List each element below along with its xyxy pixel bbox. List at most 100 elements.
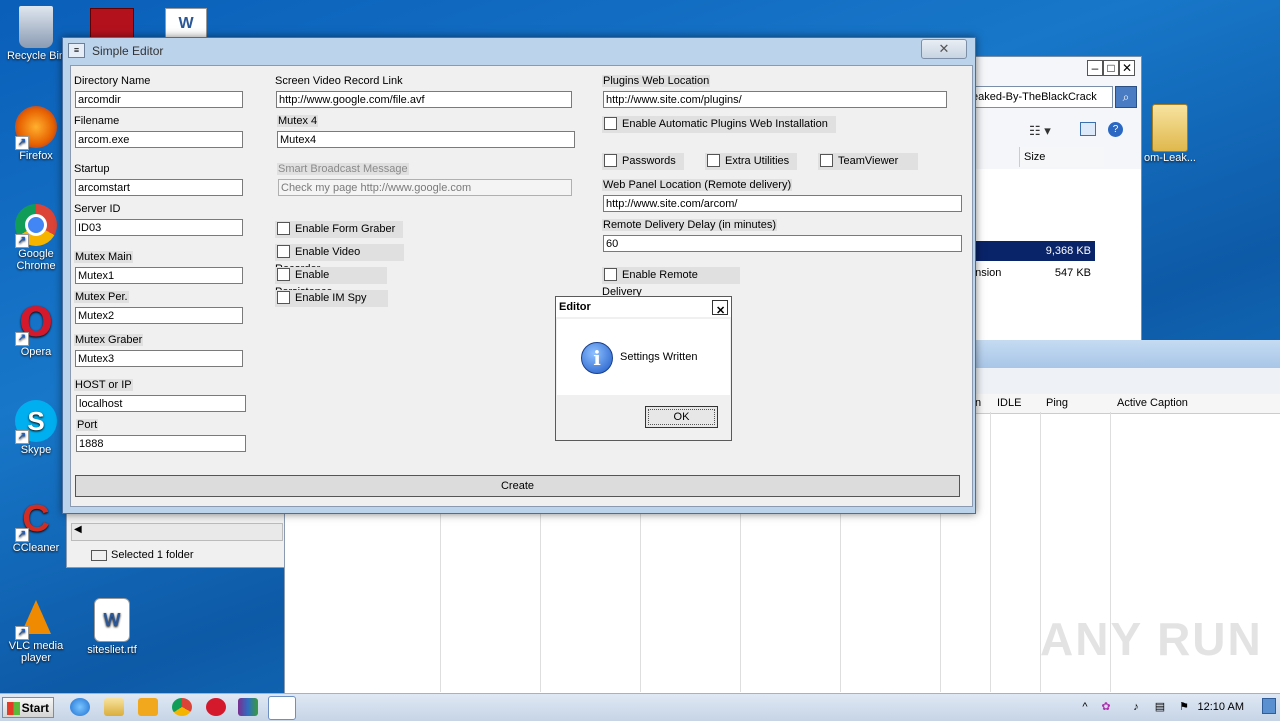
- port-label: Port: [76, 419, 99, 431]
- windows-flag-icon: [7, 702, 20, 715]
- form-graber-checkbox[interactable]: Enable Form Graber: [275, 221, 403, 238]
- search-input[interactable]: eaked-By-TheBlackCrack: [971, 86, 1113, 108]
- network-icon[interactable]: ▤: [1153, 700, 1167, 714]
- action-center-flag-icon[interactable]: ⚑: [1177, 700, 1191, 714]
- column-header-idle[interactable]: IDLE: [997, 397, 1021, 409]
- editor-taskbar-icon[interactable]: [268, 696, 296, 720]
- view-options-icon[interactable]: ☷ ▾: [1029, 123, 1051, 139]
- list-item[interactable]: 9,368 KB: [967, 241, 1095, 261]
- mutex-main-input[interactable]: Mutex1: [75, 267, 243, 284]
- horizontal-scrollbar[interactable]: ◀: [71, 523, 283, 541]
- plugins-location-input[interactable]: http://www.site.com/plugins/: [603, 91, 947, 108]
- desktop-icon-label: sitesliet.rtf: [87, 644, 137, 656]
- extra-utilities-checkbox[interactable]: Extra Utilities: [705, 153, 797, 170]
- passwords-checkbox[interactable]: Passwords: [602, 153, 684, 170]
- web-panel-input[interactable]: http://www.site.com/arcom/: [603, 195, 962, 212]
- show-hidden-icons-icon[interactable]: ^: [1078, 700, 1092, 714]
- video-link-input[interactable]: http://www.google.com/file.avf: [276, 91, 572, 108]
- opera-taskbar-icon[interactable]: [206, 698, 226, 716]
- desktop-icon-vlc[interactable]: ↗ VLC media player: [4, 596, 68, 664]
- minimize-icon[interactable]: –: [1087, 60, 1103, 76]
- status-text: Selected 1 folder: [111, 549, 194, 561]
- close-icon: ✕: [938, 41, 950, 56]
- preview-pane-icon[interactable]: [1080, 122, 1096, 136]
- dialog-close-button[interactable]: ✕: [712, 300, 728, 317]
- list-item[interactable]: ension 547 KB: [967, 263, 1095, 283]
- host-input[interactable]: localhost: [76, 395, 246, 412]
- status-bar: Selected 1 folder: [71, 546, 281, 564]
- media-player-icon[interactable]: [138, 698, 158, 716]
- desktop-folder-icon[interactable]: om-Leak...: [1140, 104, 1200, 164]
- search-icon[interactable]: ⌕: [1115, 86, 1137, 108]
- desktop-icon-chrome[interactable]: ↗ Google Chrome: [4, 204, 68, 272]
- filename-input[interactable]: arcom.exe: [75, 131, 243, 148]
- desktop-icon-skype[interactable]: S ↗ Skype: [4, 400, 68, 456]
- file-list: 9,368 KB ension 547 KB: [967, 169, 1141, 341]
- ok-button[interactable]: OK: [645, 406, 718, 428]
- broadcast-input[interactable]: Check my page http://www.google.com: [278, 179, 572, 196]
- create-button[interactable]: Create: [75, 475, 960, 497]
- editor-titlebar[interactable]: ≡ Simple Editor ✕: [63, 38, 975, 62]
- editor-client-area: Directory Name arcomdir Filename arcom.e…: [70, 65, 973, 507]
- mutex-graber-input[interactable]: Mutex3: [75, 350, 243, 367]
- desktop-icon-recycle-bin[interactable]: Recycle Bin: [4, 6, 68, 62]
- simple-editor-window: ≡ Simple Editor ✕ Directory Name arcomdi…: [62, 37, 976, 514]
- delivery-delay-input[interactable]: 60: [603, 235, 962, 252]
- dialog-titlebar[interactable]: Editor ✕: [556, 297, 731, 317]
- column-header-size[interactable]: Size: [1019, 147, 1104, 167]
- winrar-taskbar-icon[interactable]: [238, 698, 258, 716]
- maximize-icon[interactable]: □: [1103, 60, 1119, 76]
- dialog-body: i Settings Written: [557, 319, 730, 395]
- teamviewer-checkbox[interactable]: TeamViewer: [818, 153, 918, 170]
- chrome-icon: ↗: [15, 204, 57, 248]
- opera-icon: O ↗: [15, 300, 57, 346]
- help-icon[interactable]: ?: [1108, 122, 1123, 137]
- mutex-per-label: Mutex Per.: [74, 291, 129, 303]
- word-document-icon[interactable]: W: [165, 8, 207, 40]
- desktop-icon-ccleaner[interactable]: C ↗ CCleaner: [4, 498, 68, 555]
- server-id-input[interactable]: ID03: [75, 219, 243, 236]
- scroll-left-icon[interactable]: ◀: [74, 524, 82, 535]
- persistence-checkbox[interactable]: Enable Persistence: [275, 267, 387, 298]
- file-explorer-icon[interactable]: [104, 698, 124, 716]
- taskbar-clock[interactable]: 12:10 AM: [1198, 701, 1244, 713]
- close-button[interactable]: ✕: [921, 39, 967, 59]
- desktop-icon-opera[interactable]: O ↗ Opera: [4, 300, 68, 358]
- show-desktop-button[interactable]: [1262, 698, 1276, 714]
- checkbox-box: [277, 267, 290, 281]
- mutex-per-input[interactable]: Mutex2: [75, 307, 243, 324]
- app-menu-icon[interactable]: ≡: [68, 43, 85, 58]
- window-controls: – □ ✕: [1087, 60, 1135, 76]
- mutex4-input[interactable]: Mutex4: [277, 131, 575, 148]
- desktop-icon-firefox[interactable]: ↗ Firefox: [4, 106, 68, 162]
- directory-name-input[interactable]: arcomdir: [75, 91, 243, 108]
- drive-icon: [91, 549, 107, 561]
- checkbox-box: [604, 153, 617, 167]
- close-icon[interactable]: ✕: [1119, 60, 1135, 76]
- broadcast-label: Smart Broadcast Message: [277, 163, 409, 175]
- volume-icon[interactable]: ♪: [1129, 700, 1143, 714]
- taskbar: Start ^ ✿ ♪ ▤ ⚑ 12:10 AM: [0, 693, 1280, 721]
- chrome-taskbar-icon[interactable]: [172, 698, 192, 716]
- directory-name-label: Directory Name: [74, 75, 151, 87]
- column-header-ping[interactable]: Ping: [1046, 397, 1068, 409]
- auto-plugins-checkbox[interactable]: Enable Automatic Plugins Web Installatio…: [602, 116, 836, 133]
- column-header-active-caption[interactable]: Active Caption: [1117, 397, 1188, 409]
- port-input[interactable]: 1888: [76, 435, 246, 452]
- remote-delivery-checkbox[interactable]: Enable Remote Delivery: [602, 267, 740, 298]
- im-spy-checkbox[interactable]: Enable IM Spy: [275, 290, 388, 307]
- video-recorder-checkbox[interactable]: Enable Video Recorder: [275, 244, 404, 275]
- host-label: HOST or IP: [74, 379, 133, 391]
- settings-dialog: Editor ✕ i Settings Written OK: [555, 296, 732, 441]
- desktop-icon-label: Recycle Bin: [6, 50, 66, 62]
- close-icon: ✕: [716, 305, 726, 317]
- tray-app-icon[interactable]: ✿: [1099, 700, 1113, 714]
- start-button[interactable]: Start: [2, 697, 54, 718]
- checkbox-box: [277, 244, 290, 258]
- startup-label: Startup: [74, 163, 110, 175]
- recycle-bin-icon: [19, 6, 53, 48]
- acrobat-icon[interactable]: [90, 8, 134, 40]
- desktop-icon-sitesliet[interactable]: W sitesliet.rtf: [80, 598, 144, 656]
- internet-explorer-icon[interactable]: [70, 698, 90, 716]
- startup-input[interactable]: arcomstart: [75, 179, 243, 196]
